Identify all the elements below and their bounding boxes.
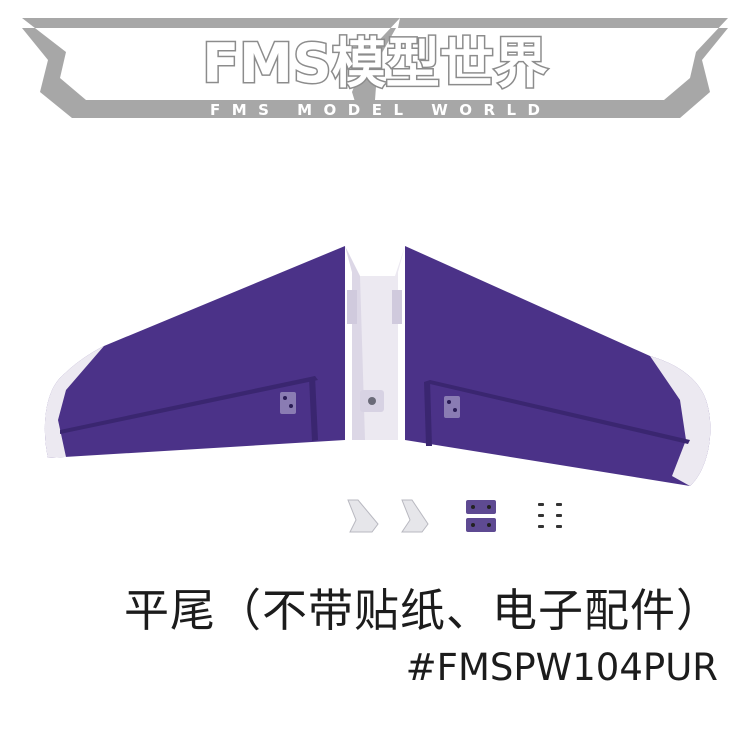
part-number: #FMSPW104PUR [405, 646, 718, 689]
horizontal-stabilizer-photo [44, 246, 711, 533]
logo-tagline-text: FMS MODEL WORLD [210, 101, 540, 119]
hardware-parts [347, 499, 562, 533]
fms-logo: FMS模型世界 FMS MODEL WORLD [22, 18, 728, 119]
left-control-horn-plate [280, 392, 296, 414]
control-horn-right [401, 499, 429, 533]
product-caption: 平尾（不带贴纸、电子配件） [123, 584, 722, 637]
right-stabilizer-half [405, 246, 711, 486]
screws [538, 503, 562, 528]
control-horn-left [347, 499, 379, 533]
center-foam-section [345, 246, 405, 440]
mount-plate-top [466, 500, 496, 514]
mount-plate-bottom [466, 518, 496, 532]
logo-brand-text: FMS模型世界 [202, 32, 548, 95]
left-stabilizer-half [44, 246, 346, 458]
right-control-horn-plate [444, 396, 460, 418]
product-image: FMS模型世界 FMS MODEL WORLD 平尾（不带贴纸、电子配件） #F… [0, 0, 750, 750]
